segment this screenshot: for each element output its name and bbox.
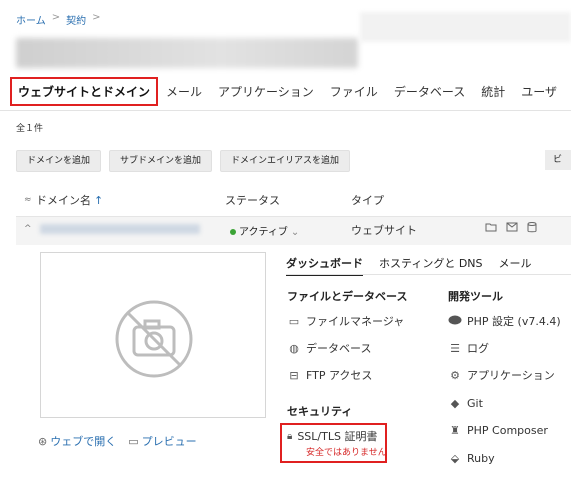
git-label: Git bbox=[467, 397, 483, 410]
row-quick-actions bbox=[485, 222, 537, 236]
breadcrumb-contract[interactable]: 契約 bbox=[66, 12, 86, 27]
site-subtabs: ダッシュボード ホスティングと DNS メール bbox=[286, 255, 532, 276]
page: ホーム > 契約 > ウェブサイトとドメイン メール アプリケーション ファイル… bbox=[0, 0, 571, 484]
tab-websites-domains[interactable]: ウェブサイトとドメイン bbox=[10, 76, 159, 106]
row-domain-redacted[interactable] bbox=[40, 224, 200, 234]
subtab-mail[interactable]: メール bbox=[499, 255, 532, 276]
collapse-all-icon[interactable]: ≈ bbox=[24, 192, 32, 205]
tab-mail[interactable]: メール bbox=[158, 83, 210, 100]
section-security: セキュリティ bbox=[287, 405, 353, 418]
tab-databases[interactable]: データベース bbox=[386, 83, 473, 100]
open-in-web-label: ウェブで開く bbox=[50, 435, 117, 448]
folder-icon: ▭ bbox=[288, 314, 300, 328]
add-domain-alias-button[interactable]: ドメインエイリアスを追加 bbox=[220, 150, 351, 172]
tabs-divider bbox=[0, 110, 571, 111]
sort-arrow-icon[interactable]: ↑ bbox=[94, 194, 103, 207]
row-collapse-icon[interactable]: ^ bbox=[24, 224, 32, 234]
applications-label: アプリケーション bbox=[467, 369, 555, 382]
website-preview[interactable] bbox=[40, 252, 266, 418]
header-redacted bbox=[360, 12, 571, 42]
git-icon: ◆ bbox=[450, 397, 460, 410]
main-tabs: ウェブサイトとドメイン メール アプリケーション ファイル データベース 統計 … bbox=[0, 76, 571, 106]
subtab-dashboard[interactable]: ダッシュボード bbox=[286, 255, 363, 276]
logs-label: ログ bbox=[467, 342, 489, 355]
preview-icon: ▭ bbox=[128, 435, 139, 448]
subtabs-divider bbox=[286, 274, 571, 275]
preview-label: プレビュー bbox=[141, 435, 197, 448]
collapse-icon[interactable]: ≈ bbox=[24, 195, 32, 205]
add-domain-button[interactable]: ドメインを追加 bbox=[16, 150, 102, 172]
breadcrumb: ホーム > 契約 > bbox=[16, 12, 100, 27]
status-dot-icon bbox=[230, 229, 236, 235]
ssl-warning-text: 安全ではありません bbox=[306, 448, 387, 458]
lock-icon: 🔒︎ bbox=[287, 430, 293, 442]
no-preview-camera-icon bbox=[115, 300, 193, 378]
preview-link[interactable]: ▭ プレビュー bbox=[128, 433, 196, 449]
tab-statistics[interactable]: 統計 bbox=[473, 83, 513, 100]
tab-applications[interactable]: アプリケーション bbox=[210, 83, 322, 100]
add-subdomain-button[interactable]: サブドメインを追加 bbox=[109, 150, 213, 172]
databases-label: データベース bbox=[306, 342, 372, 355]
php-icon bbox=[448, 315, 462, 328]
subtab-hosting-dns[interactable]: ホスティングと DNS bbox=[379, 255, 483, 276]
breadcrumb-home[interactable]: ホーム bbox=[16, 12, 46, 27]
file-manager-label: ファイルマネージャ bbox=[306, 315, 405, 328]
databases-link[interactable]: ◍ データベース bbox=[287, 340, 371, 356]
gear-icon: ⚙ bbox=[450, 368, 460, 382]
site-links: ⊛ ウェブで開く ▭ プレビュー bbox=[38, 433, 197, 449]
row-type: ウェブサイト bbox=[351, 224, 417, 237]
toolbar-overflow-button[interactable]: ビ bbox=[545, 150, 571, 170]
applications-link[interactable]: ⚙ アプリケーション bbox=[448, 367, 555, 383]
action-toolbar: ドメインを追加 サブドメインを追加 ドメインエイリアスを追加 bbox=[16, 150, 351, 172]
database-icon[interactable] bbox=[527, 222, 537, 236]
folder-icon[interactable] bbox=[485, 222, 497, 236]
list-icon: ☰ bbox=[450, 341, 460, 355]
section-files-databases: ファイルとデータベース bbox=[287, 290, 408, 303]
column-domain-label[interactable]: ドメイン名 bbox=[36, 194, 91, 207]
ssl-certificates-label: SSL/TLS 証明書 bbox=[297, 430, 378, 443]
tab-users[interactable]: ユーザ bbox=[513, 83, 565, 100]
database-icon: ◍ bbox=[289, 341, 299, 355]
globe-icon: ⊛ bbox=[38, 435, 48, 448]
chevron-down-icon[interactable]: ⌄ bbox=[291, 227, 299, 238]
ftp-access-link[interactable]: ⊟ FTP アクセス bbox=[287, 367, 372, 383]
status-label: アクティブ bbox=[239, 227, 288, 238]
page-title-redacted bbox=[16, 38, 358, 68]
ssl-certificates-link[interactable]: 🔒︎ SSL/TLS 証明書 bbox=[287, 428, 377, 444]
ftp-access-label: FTP アクセス bbox=[306, 369, 373, 382]
ftp-icon: ⊟ bbox=[289, 368, 299, 382]
mail-icon[interactable] bbox=[506, 222, 518, 236]
open-in-web-link[interactable]: ⊛ ウェブで開く bbox=[38, 433, 116, 449]
composer-icon: ♜ bbox=[450, 424, 460, 437]
php-settings-link[interactable]: PHP 設定 (v7.4.4) bbox=[448, 313, 561, 329]
php-composer-label: PHP Composer bbox=[467, 424, 548, 437]
breadcrumb-separator: > bbox=[92, 12, 101, 23]
result-count: 全１件 bbox=[16, 124, 44, 134]
php-settings-label: PHP 設定 (v7.4.4) bbox=[467, 315, 561, 328]
git-link[interactable]: ◆ Git bbox=[448, 397, 483, 410]
breadcrumb-separator: > bbox=[51, 12, 61, 23]
ruby-link[interactable]: ⬙ Ruby bbox=[448, 452, 495, 465]
column-domain-name[interactable]: ドメイン名 ↑ bbox=[36, 192, 103, 208]
column-type[interactable]: タイプ bbox=[351, 192, 384, 208]
php-composer-link[interactable]: ♜ PHP Composer bbox=[448, 424, 548, 437]
file-manager-link[interactable]: ▭ ファイルマネージャ bbox=[287, 313, 404, 329]
ruby-label: Ruby bbox=[467, 452, 495, 465]
column-status[interactable]: ステータス bbox=[225, 192, 280, 208]
status-badge[interactable]: アクティブ ⌄ bbox=[230, 223, 299, 238]
tab-files[interactable]: ファイル bbox=[322, 83, 386, 100]
section-dev-tools: 開発ツール bbox=[448, 290, 503, 303]
ruby-icon: ⬙ bbox=[450, 452, 460, 465]
logs-link[interactable]: ☰ ログ bbox=[448, 340, 489, 356]
